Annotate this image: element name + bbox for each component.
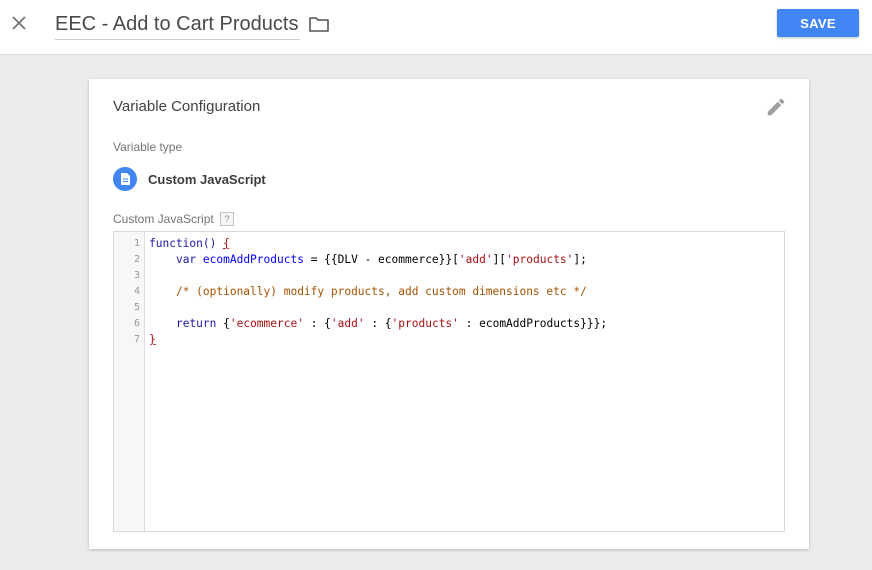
document-icon (113, 167, 137, 191)
folder-icon[interactable] (308, 14, 330, 34)
code-token: ecomAddProducts (202, 253, 304, 266)
code-line[interactable]: function() { (149, 236, 230, 252)
close-icon[interactable] (9, 13, 29, 33)
help-icon[interactable]: ? (220, 212, 234, 226)
code-editor[interactable]: 1 2 3 4 5 6 7 function() { var ecomAddProducts… (113, 231, 785, 532)
code-token: 'products' (391, 317, 459, 330)
code-token: { (223, 317, 230, 330)
custom-javascript-label: Custom JavaScript (113, 212, 214, 226)
code-line[interactable]: var ecomAddProducts = {{DLV - ecommerce}… (149, 252, 587, 268)
line-number: 5 (133, 302, 140, 313)
code-token: = {{DLV - ecommerce}}[ (303, 253, 459, 266)
line-number: 1 (133, 238, 140, 249)
code-line[interactable]: } (149, 332, 156, 348)
code-token: : { (303, 317, 331, 330)
code-token: ]; (573, 253, 587, 266)
code-token: 'add' (458, 253, 493, 266)
pencil-icon[interactable] (765, 96, 787, 118)
code-token: 'ecommerce' (229, 317, 304, 330)
code-token: /* (optionally) modify products, add cus… (175, 285, 587, 298)
card-title: Variable Configuration (113, 98, 261, 115)
top-bar: EEC - Add to Cart Products SAVE (0, 0, 872, 55)
code-token: 'products' (506, 253, 574, 266)
line-number: 2 (133, 254, 140, 265)
code-token: function() (149, 237, 224, 250)
line-number: 6 (133, 318, 140, 329)
line-number-gutter: 1 2 3 4 5 6 7 (114, 232, 145, 531)
code-token: ][ (492, 253, 507, 266)
code-token: 'add' (330, 317, 365, 330)
code-token: : { (364, 317, 392, 330)
line-number: 3 (133, 270, 140, 281)
code-token: return (175, 317, 224, 330)
code-token: { (223, 237, 230, 250)
code-token: var (175, 253, 203, 266)
code-line[interactable]: return {'ecommerce' : {'add' : {'product… (149, 316, 607, 332)
code-line[interactable]: /* (optionally) modify products, add cus… (149, 284, 587, 300)
variable-type-label: Variable type (113, 140, 183, 154)
page-title[interactable]: EEC - Add to Cart Products (55, 11, 301, 40)
line-number: 7 (133, 334, 140, 345)
code-token: } (149, 333, 156, 346)
code-token: : ecomAddProducts}}}; (458, 317, 608, 330)
variable-configuration-card: Variable Configuration Variable type Cus… (89, 79, 809, 549)
line-number: 4 (133, 286, 140, 297)
variable-type-name[interactable]: Custom JavaScript (148, 172, 266, 187)
save-button[interactable]: SAVE (777, 9, 859, 37)
